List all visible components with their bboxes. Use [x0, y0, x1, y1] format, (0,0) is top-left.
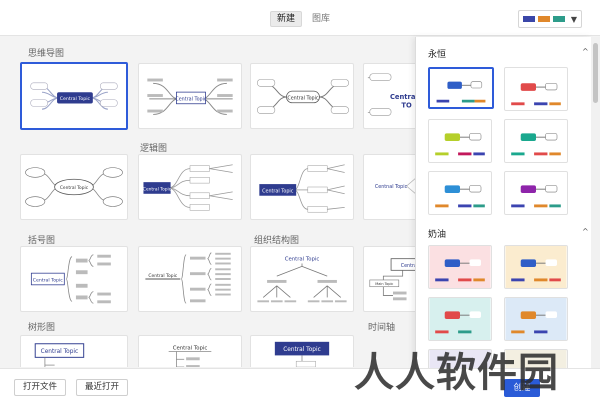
theme-panel: 永恒 ^ 奶油 ^: [415, 37, 591, 368]
section-bracket-title: 括号图: [28, 236, 56, 246]
template-mindmap-4[interactable]: Centra TO: [363, 63, 415, 129]
collapse-caret-icon[interactable]: ^: [582, 227, 589, 236]
central-topic-label: Centnal Topic: [375, 184, 408, 190]
section-logic-title: 逻辑图: [140, 144, 168, 154]
central-topic-label: TO: [401, 102, 412, 110]
theme-eternal-1[interactable]: [428, 67, 494, 109]
theme-cream-2[interactable]: [504, 245, 568, 289]
section-org-title: 组织结构图: [254, 236, 300, 246]
template-logic-2[interactable]: Central Topic: [138, 154, 242, 220]
theme-cream-3[interactable]: [428, 297, 492, 341]
template-mindmap-2[interactable]: Central Topic: [138, 63, 242, 129]
template-mindmap-1[interactable]: Central Topic: [20, 62, 128, 130]
template-logic-4[interactable]: Centnal Topic: [363, 154, 415, 220]
top-bar: 新建 图库 ▼: [0, 0, 600, 36]
central-topic-label: Central Topic: [173, 346, 208, 352]
central-topic-label: Centra: [401, 263, 415, 269]
central-topic-label: Central Topic: [41, 349, 79, 355]
template-logic-3[interactable]: Central Topic: [250, 154, 354, 220]
template-mindmap-3[interactable]: Central Topic: [250, 63, 354, 129]
theme-eternal-2[interactable]: [504, 67, 568, 111]
tab-library[interactable]: 图库: [306, 11, 336, 27]
template-gallery: 思维导图 Central Topic Central Topic Central…: [0, 37, 415, 367]
central-topic-label: Central Topic: [143, 186, 172, 192]
chevron-down-icon: ▼: [570, 14, 577, 24]
theme-eternal-3[interactable]: [428, 119, 492, 163]
template-tree-3[interactable]: Central Topic: [250, 335, 354, 367]
central-topic-label: Central Topic: [60, 185, 89, 191]
theme-panel-scrollbar[interactable]: [591, 37, 600, 368]
theme-section-cream-title: 奶油: [428, 230, 447, 240]
template-bracket-2[interactable]: Central Topic: [138, 246, 242, 312]
template-tree-2[interactable]: Central Topic: [138, 335, 242, 367]
theme-cream-4[interactable]: [504, 297, 568, 341]
watermark-text: 人人软件园: [354, 349, 559, 396]
collapse-caret-icon[interactable]: ^: [582, 47, 589, 56]
central-topic-label: Central Topic: [287, 95, 319, 101]
recent-files-button[interactable]: 最近打开: [76, 379, 129, 396]
central-topic-label: Central Topic: [148, 273, 177, 279]
central-topic-label: Central Topic: [262, 188, 294, 194]
section-timeline-title: 时间轴: [368, 323, 396, 333]
new-document-window: 新建 图库 ▼ 思维导图 Central Topic Central Topic…: [0, 0, 600, 404]
theme-eternal-4[interactable]: [504, 119, 568, 163]
theme-section-eternal-title: 永恒: [428, 50, 447, 60]
theme-swatch-orange: [538, 16, 550, 22]
theme-eternal-6[interactable]: [504, 171, 568, 215]
central-topic-label: Centra: [390, 93, 415, 101]
template-org-2[interactable]: Centra Main Topic: [363, 246, 415, 312]
theme-swatch-blue: [523, 16, 535, 22]
template-tree-1[interactable]: Central Topic: [20, 335, 128, 367]
theme-cream-1[interactable]: [428, 245, 492, 289]
section-tree-title: 树形图: [28, 323, 56, 333]
central-topic-label: Central Topic: [33, 277, 63, 283]
template-org-1[interactable]: Central Topic: [250, 246, 354, 312]
template-logic-1[interactable]: Central Topic: [20, 154, 128, 220]
central-topic-label: Central Topic: [60, 96, 91, 102]
open-file-button[interactable]: 打开文件: [14, 379, 67, 396]
theme-dropdown[interactable]: ▼: [518, 10, 582, 28]
main-topic-label: Main Topic: [375, 282, 393, 286]
theme-swatch-teal: [553, 16, 565, 22]
section-mindmap-title: 思维导图: [28, 49, 65, 59]
template-bracket-1[interactable]: Central Topic: [20, 246, 128, 312]
theme-eternal-5[interactable]: [428, 171, 492, 215]
central-topic-label: Central Topic: [175, 96, 207, 102]
scrollbar-thumb[interactable]: [593, 43, 598, 103]
central-topic-label: Central Topic: [283, 347, 321, 353]
mode-tabs: 新建 图库: [270, 11, 336, 27]
tab-new[interactable]: 新建: [270, 11, 303, 27]
central-topic-label: Central Topic: [285, 257, 320, 263]
